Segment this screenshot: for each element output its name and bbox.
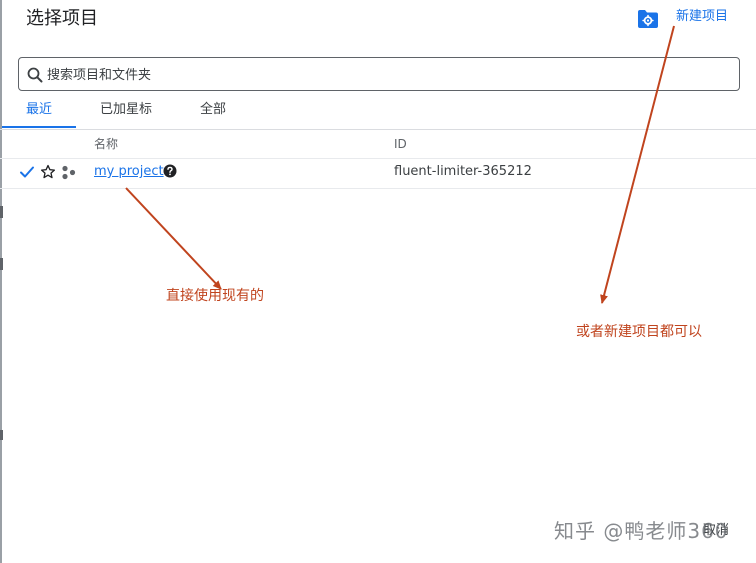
search-icon: [27, 67, 43, 83]
column-header-id: ID: [394, 137, 407, 151]
new-project-link[interactable]: 新建项目: [676, 9, 728, 25]
active-tab-indicator: [2, 126, 76, 128]
watermark-text: 知乎 @鸭老师360: [554, 519, 729, 543]
project-id: fluent-limiter-365212: [394, 164, 532, 179]
check-icon: [20, 166, 34, 178]
annotation-or-create-new: 或者新建项目都可以: [576, 324, 702, 340]
left-edge-mark: [0, 258, 3, 270]
project-tabs: 最近 已加星标 全部: [0, 99, 756, 130]
project-nodes-icon: [62, 165, 76, 180]
star-outline-icon[interactable]: [40, 164, 56, 180]
left-edge-divider: [0, 0, 2, 563]
search-box[interactable]: [18, 57, 740, 91]
table-header-divider: [0, 158, 756, 159]
search-input[interactable]: [47, 64, 727, 86]
left-edge-mark: [0, 430, 3, 440]
tab-starred[interactable]: 已加星标: [100, 99, 152, 129]
tab-recent[interactable]: 最近: [26, 99, 52, 129]
folder-gear-icon[interactable]: [637, 9, 659, 29]
left-edge-mark: [0, 206, 3, 218]
tab-all[interactable]: 全部: [200, 99, 226, 129]
select-project-dialog: 选择项目 新建项目 最近 已加星标 全部 名称 ID: [0, 0, 756, 563]
annotation-use-existing: 直接使用现有的: [166, 288, 264, 304]
help-circle-icon[interactable]: [163, 164, 177, 178]
table-row-divider: [0, 188, 756, 189]
dialog-title: 选择项目: [26, 8, 98, 29]
annotation-arrow-existing: [125, 187, 222, 290]
column-header-name: 名称: [94, 137, 119, 151]
project-name-link[interactable]: my project: [94, 163, 164, 181]
